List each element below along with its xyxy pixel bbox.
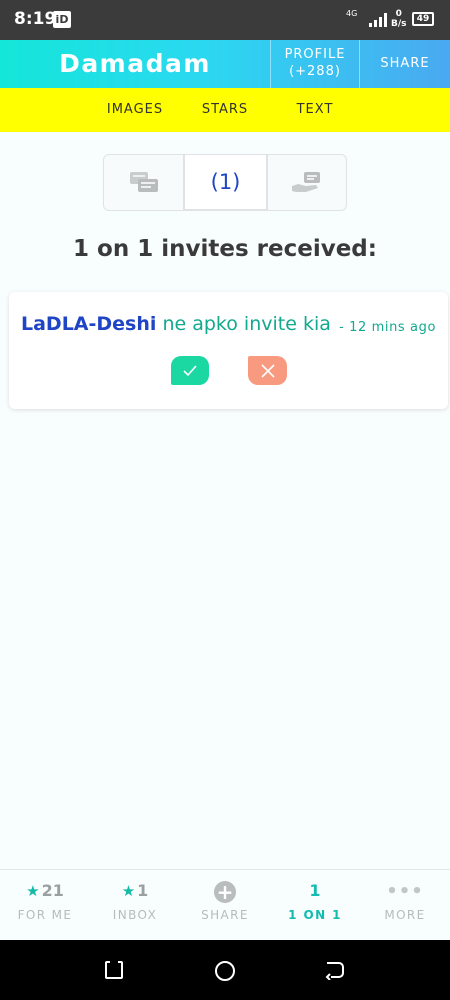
nav-inbox[interactable]: ★ 1 INBOX: [90, 870, 180, 941]
brand-logo[interactable]: Damadam: [0, 40, 270, 88]
star-icon: ★: [26, 882, 40, 900]
inbox-count: 1: [137, 881, 149, 900]
nav-for-me[interactable]: ★ 21 FOR ME: [0, 870, 90, 941]
tab-sent[interactable]: [267, 154, 347, 211]
invite-time: - 12 mins ago: [339, 320, 436, 335]
star-icon: ★: [121, 882, 136, 900]
profile-button[interactable]: PROFILE (+288): [270, 40, 360, 88]
invite-card: LaDLA-Deshi ne apko invite kia - 12 mins…: [9, 292, 448, 409]
nav-1on1[interactable]: 1 1 ON 1: [270, 870, 360, 941]
tab-received[interactable]: (1): [184, 154, 267, 211]
invite-message: ne apko invite kia: [162, 313, 331, 335]
page-title: 1 on 1 invites received:: [73, 236, 377, 262]
bottom-nav: ★ 21 FOR ME ★ 1 INBOX + SHARE 1 1 ON 1 •••…: [0, 869, 450, 940]
chat-bubbles-icon: [129, 171, 158, 192]
1on1-label: 1 ON 1: [288, 908, 342, 922]
back-icon[interactable]: [325, 960, 345, 980]
status-bar: 8:19 iD 4G 0 B/s 49: [0, 0, 450, 40]
more-label: MORE: [384, 908, 426, 922]
battery-icon: 49: [412, 12, 434, 26]
tab-chats[interactable]: [103, 154, 184, 211]
id-badge-icon: iD: [53, 11, 71, 28]
for-me-label: FOR ME: [17, 908, 73, 922]
speed-unit: B/s: [391, 19, 407, 29]
network-type: 4G: [346, 9, 358, 18]
home-icon[interactable]: [214, 960, 236, 982]
profile-count: (+288): [289, 64, 341, 79]
hand-with-message-icon: [292, 171, 320, 192]
check-icon: [183, 364, 197, 376]
share-label: SHARE: [201, 908, 249, 922]
subnav-images[interactable]: IMAGES: [90, 88, 180, 132]
profile-label: PROFILE: [284, 47, 346, 62]
subnav-text[interactable]: TEXT: [270, 88, 360, 132]
invite-username[interactable]: LaDLA-Deshi: [21, 313, 156, 335]
share-button[interactable]: SHARE: [360, 40, 450, 88]
close-icon: [260, 363, 275, 378]
system-nav-bar: [0, 940, 450, 1000]
subnav-stars[interactable]: STARS: [180, 88, 270, 132]
invite-tabs: (1): [103, 154, 347, 211]
plus-circle-icon: +: [214, 881, 236, 903]
more-dots-icon: •••: [386, 881, 424, 902]
network-speed: 0 B/s: [391, 9, 407, 29]
nav-more[interactable]: ••• MORE: [360, 870, 450, 941]
speed-value: 0: [395, 9, 402, 19]
recents-icon[interactable]: [104, 960, 124, 980]
sub-nav: IMAGES STARS TEXT: [0, 88, 450, 132]
signal-icon: [369, 13, 387, 27]
nav-share[interactable]: + SHARE: [180, 870, 270, 941]
accept-button[interactable]: [171, 356, 209, 385]
1on1-count: 1: [309, 881, 321, 900]
reject-button[interactable]: [248, 356, 287, 385]
inbox-label: INBOX: [112, 908, 158, 922]
invite-text: LaDLA-Deshi ne apko invite kia: [21, 313, 331, 335]
status-time: 8:19: [14, 9, 57, 29]
app-header: Damadam PROFILE (+288) SHARE: [0, 40, 450, 88]
for-me-count: 21: [41, 881, 64, 900]
received-count: (1): [210, 170, 241, 194]
